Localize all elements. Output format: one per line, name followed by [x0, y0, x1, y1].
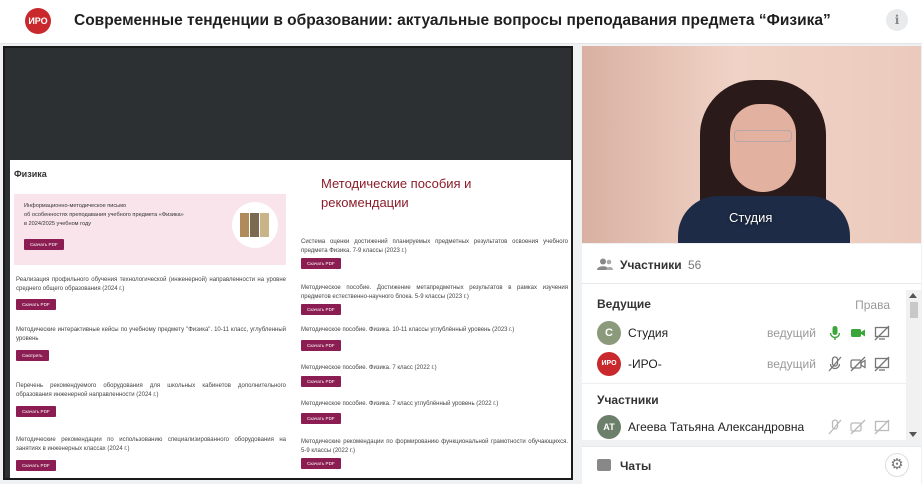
download-pdf-button[interactable]: Скачать PDF — [301, 304, 341, 315]
chats-panel[interactable]: Чаты ⚙ — [582, 446, 921, 484]
list-item-text: Методическое пособие. Физика. 10-11 клас… — [301, 327, 515, 333]
download-pdf-button[interactable]: Скачать PDF — [301, 258, 341, 269]
list-item-text: Методическое пособие. Физика. 7 класс (2… — [301, 365, 437, 371]
list-item-text: Методические рекомендации по использован… — [16, 437, 286, 452]
shared-left-column: Физика Информационно-методическое письмо… — [10, 160, 295, 478]
hosts-label: Ведущие — [597, 297, 651, 311]
list-item-text: Методическое пособие. Физика. 7 класс уг… — [301, 401, 499, 407]
download-pdf-button[interactable]: Скачать PDF — [301, 413, 341, 424]
info-icon[interactable]: i — [886, 9, 908, 31]
download-pdf-button[interactable]: Скачать PDF — [24, 239, 64, 250]
participant-name: Агеева Татьяна Александровна — [628, 420, 805, 434]
shared-document: Физика Информационно-методическое письмо… — [10, 160, 571, 478]
books-image — [232, 202, 278, 248]
view-button[interactable]: Смотреть — [16, 350, 49, 361]
info-banner: Информационно-методическое письмо об осо… — [14, 194, 286, 265]
camera-off-icon[interactable] — [850, 419, 866, 435]
speaker-image — [734, 130, 792, 142]
top-bar: ИРО Современные тенденции в образовании:… — [0, 0, 922, 44]
speaker-image — [730, 104, 796, 192]
participants-panel: Участники 56 Ведущие Права С Студия веду… — [582, 244, 921, 440]
participant-row[interactable]: С Студия ведущий — [582, 318, 907, 348]
list-item-text: Методическое пособие. Достижение метапре… — [301, 285, 568, 300]
participant-role: ведущий — [767, 326, 816, 340]
download-pdf-button[interactable]: Скачать PDF — [301, 458, 341, 469]
avatar: АТ — [597, 415, 621, 439]
microphone-off-icon[interactable] — [827, 419, 843, 435]
section-title: Физика — [14, 169, 47, 179]
participants-group-label: Участники — [597, 393, 659, 407]
video-name-label: Студия — [729, 210, 773, 225]
participant-name: Студия — [628, 326, 669, 340]
participant-name: -ИРО- — [628, 357, 662, 371]
divider — [582, 383, 907, 384]
list-item-text: Система оценки достижений планируемых пр… — [301, 239, 568, 254]
avatar: С — [597, 321, 621, 345]
logo: ИРО — [25, 8, 51, 34]
shared-right-column: Методические пособия и рекомендации Сист… — [295, 160, 571, 478]
download-pdf-button[interactable]: Скачать PDF — [16, 460, 56, 471]
participant-role: ведущий — [767, 357, 816, 371]
avatar: ИРО — [597, 352, 621, 376]
chats-title: Чаты — [620, 459, 652, 473]
screen-share-off-icon[interactable] — [874, 325, 890, 341]
gear-icon[interactable]: ⚙ — [885, 453, 909, 477]
list-item-text: Перечень рекомендуемого оборудования для… — [16, 383, 286, 398]
video-tile[interactable]: Студия — [582, 46, 921, 243]
banner-line: Информационно-методическое письмо — [24, 203, 127, 209]
banner-line: об особенностях преподавания учебного пр… — [24, 212, 184, 218]
camera-off-icon[interactable] — [850, 356, 866, 372]
scroll-thumb[interactable] — [910, 302, 918, 318]
shared-screen: Физика Информационно-методическое письмо… — [3, 46, 573, 480]
scroll-down-arrow-icon[interactable] — [909, 432, 917, 437]
scroll-up-arrow-icon[interactable] — [909, 293, 917, 298]
participants-header[interactable]: Участники 56 — [582, 244, 921, 284]
banner-text: Информационно-методическое письмо об осо… — [24, 202, 214, 229]
screen-share-off-icon[interactable] — [874, 419, 890, 435]
chat-icon — [597, 459, 611, 471]
microphone-off-icon[interactable] — [827, 356, 843, 372]
participants-scrollbar[interactable] — [906, 290, 921, 440]
camera-on-icon[interactable] — [850, 325, 866, 341]
participant-row[interactable]: ИРО -ИРО- ведущий — [582, 349, 907, 379]
rights-label[interactable]: Права — [855, 298, 890, 312]
screen-share-off-icon[interactable] — [874, 356, 890, 372]
participant-row[interactable]: АТ Агеева Татьяна Александровна — [582, 412, 907, 442]
banner-line: в 2024/2025 учебном году — [24, 221, 92, 227]
download-pdf-button[interactable]: Скачать PDF — [301, 340, 341, 351]
participants-count: 56 — [688, 258, 702, 272]
page-title: Современные тенденции в образовании: акт… — [74, 12, 831, 29]
section-heading: Методические пособия и рекомендации — [321, 176, 472, 210]
people-icon — [597, 258, 613, 270]
list-item-text: Реализация профильного обучения технолог… — [16, 277, 286, 292]
microphone-on-icon[interactable] — [827, 325, 843, 341]
download-pdf-button[interactable]: Скачать PDF — [301, 376, 341, 387]
list-item-text: Методические интерактивные кейсы по учеб… — [16, 327, 286, 342]
participants-title: Участники — [620, 258, 682, 272]
download-pdf-button[interactable]: Скачать PDF — [16, 406, 56, 417]
download-pdf-button[interactable]: Скачать PDF — [16, 299, 56, 310]
list-item-text: Методические рекомендации по формировани… — [301, 439, 568, 454]
